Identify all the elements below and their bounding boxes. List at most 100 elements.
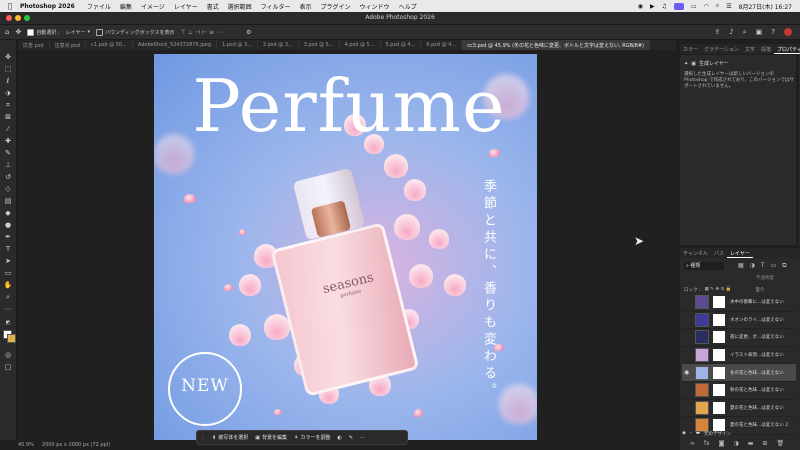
layer-row[interactable]: 夏の花と色味...は変えない bbox=[682, 400, 796, 418]
auto-select-dropdown[interactable]: レイヤー ▾ bbox=[66, 29, 90, 36]
doc-tab[interactable]: c1.psb @ 50... bbox=[86, 40, 133, 50]
layer-row[interactable]: 秋の花と色味...は変えない bbox=[682, 382, 796, 400]
document-info[interactable]: 2000 px x 2000 px (72 ppi) bbox=[42, 442, 110, 450]
user-avatar[interactable] bbox=[784, 27, 792, 36]
background-color-swatch[interactable] bbox=[7, 334, 16, 343]
hand-tool-icon[interactable]: ✋ bbox=[3, 280, 13, 290]
fx-icon[interactable]: fx bbox=[704, 440, 710, 447]
smart-object-filter-icon[interactable]: ⧉ bbox=[782, 262, 786, 270]
menu-filter[interactable]: フィルター bbox=[261, 2, 291, 11]
healing-brush-icon[interactable]: ✚ bbox=[3, 136, 13, 146]
tab-paragraph[interactable]: 段落 bbox=[758, 44, 774, 54]
chevron-right-icon[interactable]: › bbox=[690, 431, 692, 436]
wifi-icon[interactable]: ◠ bbox=[704, 3, 709, 10]
shape-filter-icon[interactable]: ▭ bbox=[771, 262, 777, 270]
doc-tab[interactable]: 3.psd @ 5... bbox=[299, 40, 340, 50]
dodge-tool-icon[interactable]: ● bbox=[3, 220, 13, 230]
path-select-icon[interactable]: ➤ bbox=[3, 256, 13, 266]
more-tools-icon[interactable]: ⋯ bbox=[3, 304, 13, 314]
music-icon[interactable]: ♫ bbox=[662, 3, 667, 10]
quick-mask-icon[interactable]: ◎ bbox=[3, 350, 13, 360]
layer-row-selected[interactable]: ◉ 冬の花と色味...は変えない bbox=[682, 364, 796, 382]
marquee-tool-icon[interactable]: ⬚ bbox=[3, 64, 13, 74]
visibility-eye-icon[interactable]: ◉ bbox=[682, 431, 686, 436]
doc-tab[interactable]: 広告.psd bbox=[18, 40, 50, 50]
link-icon[interactable]: ∞ bbox=[690, 440, 695, 447]
share-icon[interactable]: ⇪ bbox=[714, 28, 720, 37]
history-brush-icon[interactable]: ↺ bbox=[3, 172, 13, 182]
tab-gradient[interactable]: グラデーション bbox=[701, 44, 742, 54]
app-menu[interactable]: Photoshop 2026 bbox=[20, 3, 75, 10]
layer-row[interactable]: 水中の衝撃に...は変えない bbox=[682, 294, 796, 312]
add-mask-icon[interactable]: ◙ bbox=[719, 440, 725, 447]
visibility-eye-icon[interactable]: ◉ bbox=[684, 369, 689, 376]
home-icon[interactable]: ⌂ bbox=[5, 28, 9, 36]
drag-handle-icon[interactable]: ⋮ bbox=[200, 435, 205, 441]
layer-row[interactable]: 夜に変更、ボ...は変えない bbox=[682, 329, 796, 347]
tab-color[interactable]: カラー bbox=[680, 44, 701, 54]
bounding-box-option[interactable]: バウンディングボックスを表示 bbox=[95, 28, 175, 36]
lasso-tool-icon[interactable]: ℓ bbox=[3, 76, 13, 86]
tab-layers[interactable]: レイヤー bbox=[726, 248, 753, 258]
zoom-level[interactable]: 45.9% bbox=[18, 442, 34, 450]
doc-tab[interactable]: 6.psd @ 4... bbox=[421, 40, 463, 50]
3d-mode-icon[interactable]: ⚙ bbox=[246, 29, 251, 36]
new-layer-icon[interactable]: ⊞ bbox=[762, 440, 767, 447]
default-colors-icon[interactable]: ◩ bbox=[3, 318, 13, 328]
menu-edit[interactable]: 編集 bbox=[120, 2, 132, 11]
doc-tab[interactable]: 2.psd @ 3... bbox=[258, 40, 299, 50]
type-tool-icon[interactable]: T bbox=[3, 244, 13, 254]
object-select-tool-icon[interactable]: ⬗ bbox=[3, 88, 13, 98]
doc-tab[interactable]: 4.psd @ 5... bbox=[340, 40, 381, 50]
type-filter-icon[interactable]: T bbox=[761, 262, 765, 270]
bounding-box-checkbox[interactable] bbox=[95, 28, 103, 36]
gradient-tool-icon[interactable]: ▤ bbox=[3, 196, 13, 206]
spotlight-icon[interactable]: ⌕ bbox=[716, 2, 719, 10]
auto-select-checkbox[interactable] bbox=[27, 28, 35, 36]
pen-tool-icon[interactable]: ✒ bbox=[3, 232, 13, 242]
mask-icon[interactable]: ◐ bbox=[337, 435, 341, 441]
properties-scrollbar[interactable] bbox=[796, 55, 799, 245]
search-icon[interactable]: ⌕ bbox=[743, 28, 747, 37]
status-icon[interactable]: ◉ bbox=[638, 3, 643, 10]
menu-image[interactable]: イメージ bbox=[141, 2, 165, 11]
menu-help[interactable]: ヘルプ bbox=[399, 2, 417, 11]
apple-icon[interactable]:  bbox=[0, 2, 20, 10]
menu-type[interactable]: 書式 bbox=[207, 2, 219, 11]
edit-background-button[interactable]: ▣ 背景を編集 bbox=[255, 434, 287, 442]
move-tool-icon[interactable]: ✥ bbox=[15, 28, 21, 36]
adjustment-filter-icon[interactable]: ◑ bbox=[750, 262, 755, 270]
accent-status-icon[interactable] bbox=[673, 2, 684, 10]
layer-filter-dropdown[interactable]: ⌕ 種類 bbox=[684, 262, 724, 270]
document-canvas[interactable]: Perfume 季節と共に、香りも変わる。 seasons perfume NE… bbox=[154, 54, 537, 440]
screen-mode-icon[interactable]: ▢ bbox=[3, 362, 13, 372]
layer-row[interactable]: イラスト表現...は変えない bbox=[682, 347, 796, 365]
new-group-icon[interactable]: ▬ bbox=[748, 440, 754, 447]
learn-icon[interactable]: ? bbox=[771, 28, 775, 37]
layer-filter-icons[interactable]: ▦ ◑ T ▭ ⧉ bbox=[738, 262, 787, 270]
tab-properties[interactable]: プロパティ bbox=[773, 44, 800, 54]
tab-paths[interactable]: パス bbox=[711, 248, 727, 258]
eraser-tool-icon[interactable]: ◇ bbox=[3, 184, 13, 194]
adjustment-layer-icon[interactable]: ◑ bbox=[734, 440, 739, 447]
shape-tool-icon[interactable]: ▭ bbox=[3, 268, 13, 278]
menu-plugins[interactable]: プラグイン bbox=[321, 2, 351, 11]
doc-tab[interactable]: 5.psd @ 4... bbox=[381, 40, 422, 50]
brush-icon[interactable]: ✎ bbox=[349, 435, 353, 441]
layer-group-row[interactable]: ◉ › ▬ 元のデザイン bbox=[682, 429, 796, 438]
battery-icon[interactable]: ▭ bbox=[691, 3, 697, 10]
control-center-icon[interactable]: ☰ bbox=[726, 3, 731, 10]
menu-select[interactable]: 選択範囲 bbox=[228, 2, 252, 11]
eyedropper-tool-icon[interactable]: ⁄ bbox=[3, 124, 13, 134]
doc-tab[interactable]: 1.psd @ 3... bbox=[217, 40, 258, 50]
blur-tool-icon[interactable]: ◆ bbox=[3, 208, 13, 218]
trash-icon[interactable]: 🗑 bbox=[776, 440, 784, 447]
menu-layer[interactable]: レイヤー bbox=[174, 2, 198, 11]
pixel-filter-icon[interactable]: ▦ bbox=[738, 262, 744, 270]
stamp-tool-icon[interactable]: ⊥ bbox=[3, 160, 13, 170]
select-subject-button[interactable]: ⬆ 被写体を選択 bbox=[212, 434, 248, 442]
crop-tool-icon[interactable]: ⌗ bbox=[3, 100, 13, 110]
doc-tab[interactable]: 注意点.psd bbox=[50, 40, 87, 50]
frame-tool-icon[interactable]: ⊠ bbox=[3, 112, 13, 122]
more-options-icon[interactable]: ⋯ bbox=[360, 435, 365, 441]
